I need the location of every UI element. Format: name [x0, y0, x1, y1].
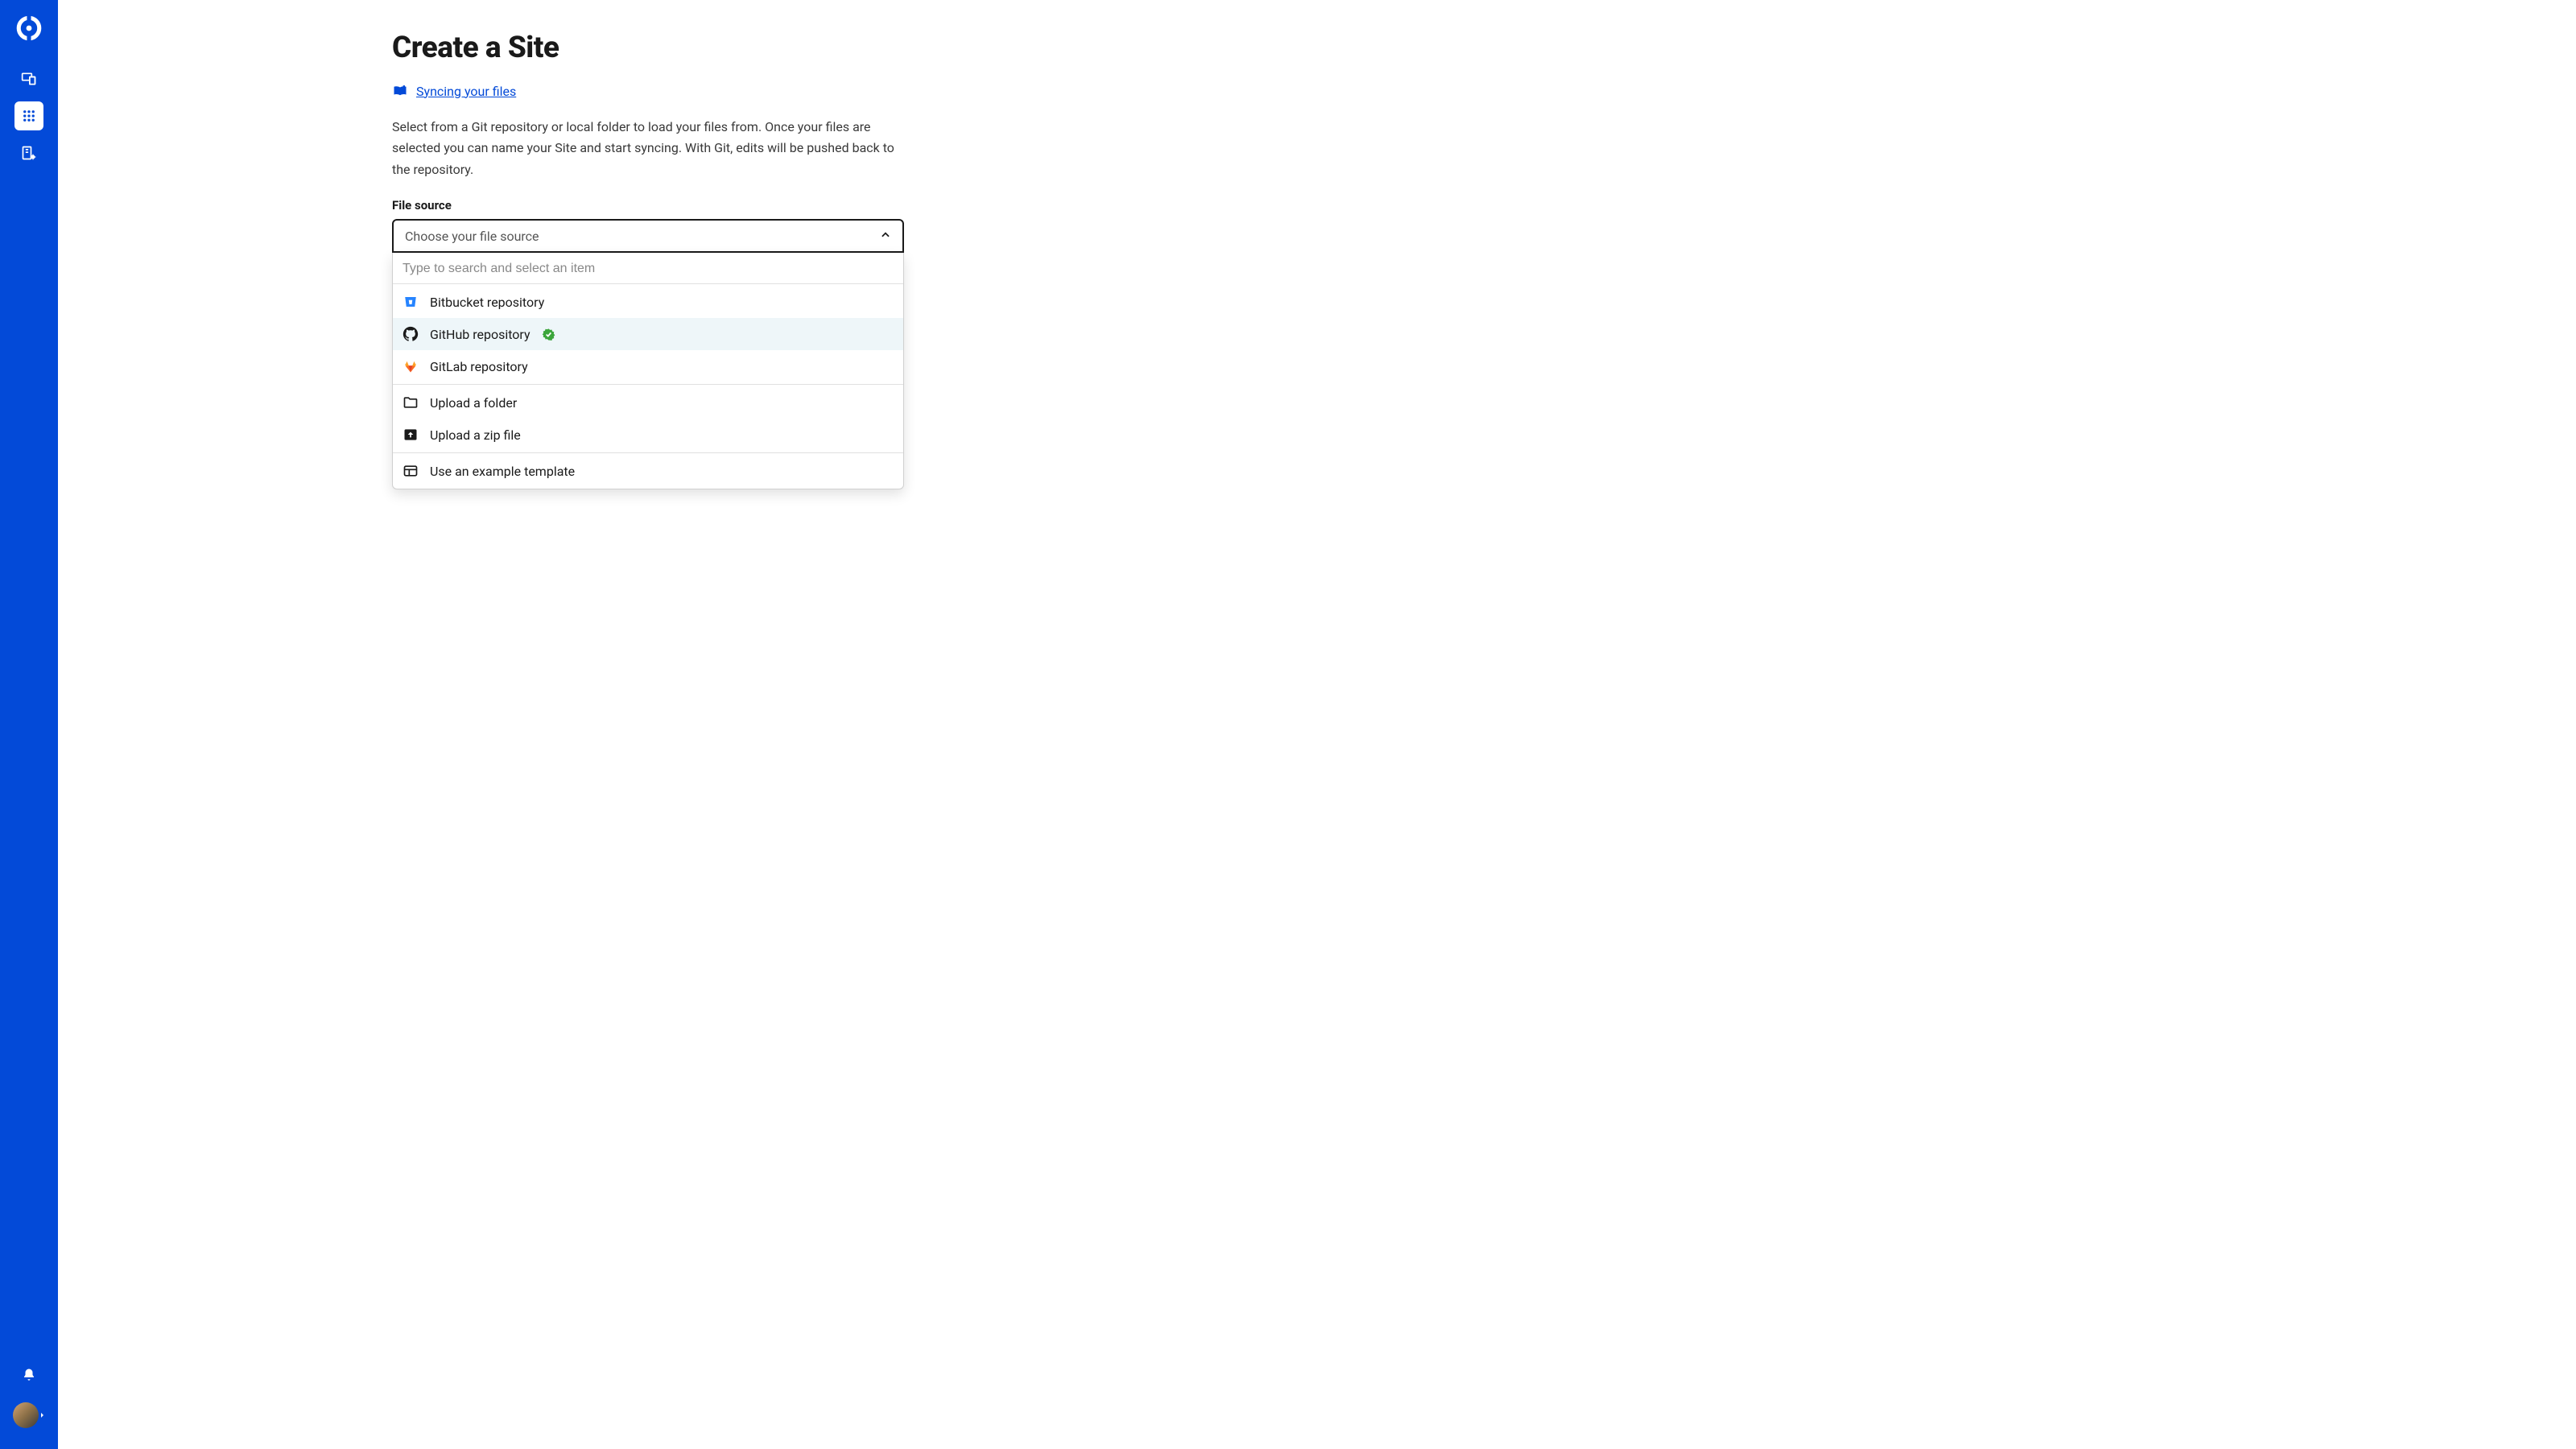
devices-icon — [21, 71, 37, 87]
option-example-template[interactable]: Use an example template — [393, 455, 903, 487]
folder-icon — [402, 394, 419, 411]
brand-logo — [15, 14, 43, 42]
chevron-right-icon — [40, 1412, 45, 1418]
option-label: Upload a folder — [430, 395, 517, 411]
verified-check-icon — [542, 328, 555, 341]
template-icon — [402, 463, 419, 479]
option-github[interactable]: GitHub repository — [393, 318, 903, 350]
chevron-up-icon — [880, 229, 891, 244]
select-placeholder: Choose your file source — [405, 229, 539, 244]
dropdown-search — [393, 253, 903, 284]
book-icon — [392, 83, 408, 99]
page-title: Create a Site — [392, 31, 904, 65]
dropdown-search-input[interactable] — [402, 262, 894, 276]
bell-icon — [21, 1367, 37, 1383]
syncing-files-link-label: Syncing your files — [416, 84, 516, 99]
option-upload-folder[interactable]: Upload a folder — [393, 386, 903, 419]
gitlab-icon — [402, 358, 419, 374]
sidebar — [0, 0, 58, 1449]
file-source-label: File source — [392, 198, 904, 213]
option-label: Upload a zip file — [430, 427, 521, 443]
option-gitlab[interactable]: GitLab repository — [393, 350, 903, 382]
option-label: GitLab repository — [430, 359, 528, 374]
option-label: Bitbucket repository — [430, 295, 544, 310]
syncing-files-link[interactable]: Syncing your files — [392, 83, 516, 99]
file-source-select: Choose your file source B — [392, 219, 904, 489]
sidebar-item-organization[interactable] — [14, 138, 43, 167]
page-description: Select from a Git repository or local fo… — [392, 117, 904, 180]
sidebar-item-apps[interactable] — [14, 101, 43, 130]
archive-upload-icon — [402, 427, 419, 443]
user-menu[interactable] — [13, 1402, 45, 1428]
option-label: Use an example template — [430, 464, 575, 479]
main-content: Create a Site Syncing your files Select … — [58, 0, 2576, 1449]
bitbucket-icon — [402, 294, 419, 310]
file-source-select-button[interactable]: Choose your file source — [392, 219, 904, 253]
file-source-dropdown: Bitbucket repository GitHub repository — [392, 253, 904, 489]
sidebar-item-projects[interactable] — [14, 64, 43, 93]
notifications-button[interactable] — [14, 1360, 43, 1389]
grid-icon — [21, 108, 37, 124]
option-bitbucket[interactable]: Bitbucket repository — [393, 286, 903, 318]
building-gear-icon — [21, 145, 37, 161]
github-icon — [402, 326, 419, 342]
avatar — [13, 1402, 39, 1428]
option-upload-zip[interactable]: Upload a zip file — [393, 419, 903, 451]
option-label: GitHub repository — [430, 327, 530, 342]
